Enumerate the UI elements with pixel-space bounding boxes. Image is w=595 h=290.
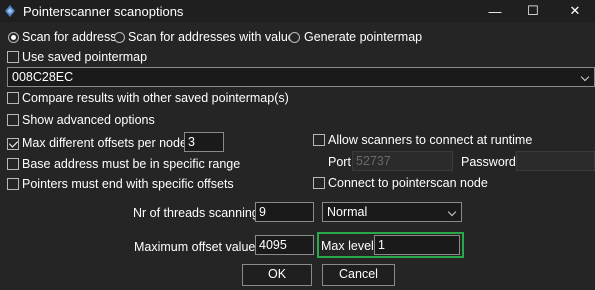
ok-button[interactable]: OK: [242, 264, 312, 286]
scan-for-value-radio[interactable]: [114, 32, 125, 43]
use-saved-pointermap-checkbox[interactable]: [7, 51, 19, 63]
max-offset-value-input[interactable]: 4095: [255, 235, 314, 255]
scan-for-value-label[interactable]: Scan for addresses with value: [128, 30, 295, 44]
show-advanced-checkbox[interactable]: [7, 114, 19, 126]
window-title: Pointerscanner scanoptions: [23, 4, 184, 19]
app-icon: [5, 5, 15, 17]
maximize-button[interactable]: ☐: [513, 0, 553, 22]
scan-for-address-radio[interactable]: [8, 32, 19, 43]
address-combo[interactable]: 008C28EC: [7, 67, 595, 87]
show-advanced-label[interactable]: Show advanced options: [22, 113, 155, 127]
scan-for-address-label[interactable]: Scan for address: [22, 30, 117, 44]
max-level-label: Max level: [321, 239, 374, 253]
dialog-body: Scan for address Scan for addresses with…: [0, 22, 595, 290]
generate-pointermap-radio[interactable]: [289, 32, 300, 43]
port-label: Port:: [328, 155, 355, 169]
threads-input[interactable]: 9: [255, 202, 314, 222]
minimize-button[interactable]: —: [475, 0, 515, 22]
password-input[interactable]: [516, 151, 595, 171]
allow-scanners-checkbox[interactable]: [313, 134, 325, 146]
max-offset-value-label: Maximum offset value:: [134, 240, 259, 254]
generate-pointermap-label[interactable]: Generate pointermap: [304, 30, 422, 44]
allow-scanners-label[interactable]: Allow scanners to connect at runtime: [328, 133, 532, 147]
chevron-down-icon: [447, 207, 457, 217]
base-address-range-checkbox[interactable]: [7, 158, 19, 170]
close-button[interactable]: ✕: [555, 0, 595, 22]
max-offsets-checkbox[interactable]: [7, 138, 19, 150]
threads-label: Nr of threads scanning:: [133, 206, 263, 220]
base-address-range-label[interactable]: Base address must be in specific range: [22, 157, 240, 171]
compare-results-checkbox[interactable]: [7, 92, 19, 104]
pointers-end-offsets-checkbox[interactable]: [7, 178, 19, 190]
cancel-button[interactable]: Cancel: [322, 264, 395, 286]
connect-pointerscan-checkbox[interactable]: [313, 177, 325, 189]
address-value: 008C28EC: [12, 70, 74, 84]
max-offsets-input[interactable]: 3: [184, 132, 224, 152]
pointers-end-offsets-label[interactable]: Pointers must end with specific offsets: [22, 177, 234, 191]
max-level-input[interactable]: 1: [374, 235, 460, 255]
connect-pointerscan-label[interactable]: Connect to pointerscan node: [328, 176, 488, 190]
port-input[interactable]: 52737: [352, 151, 453, 171]
compare-results-label[interactable]: Compare results with other saved pointer…: [22, 91, 289, 105]
password-label: Password: [461, 155, 516, 169]
title-bar: Pointerscanner scanoptions — ☐ ✕: [0, 0, 595, 22]
thread-priority-combo[interactable]: Normal: [322, 202, 462, 222]
thread-priority-value: Normal: [327, 205, 368, 219]
max-offsets-label[interactable]: Max different offsets per node:: [22, 136, 190, 150]
use-saved-pointermap-label[interactable]: Use saved pointermap: [22, 50, 147, 64]
chevron-down-icon: [580, 72, 590, 82]
